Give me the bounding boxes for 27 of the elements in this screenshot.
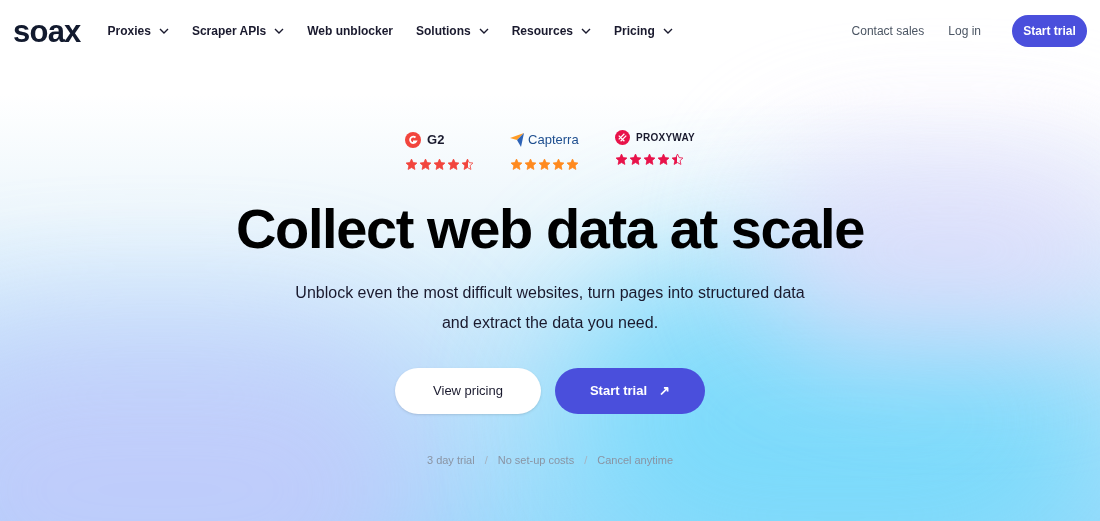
proxyway-logo-icon (615, 130, 631, 145)
arrow-icon: ↗ (659, 380, 671, 401)
subtitle-line: and extract the data you need. (441, 312, 659, 333)
headline: Collect web data at scale (236, 200, 864, 257)
nav-link[interactable]: Proxies (107, 22, 169, 40)
start-trial-button[interactable]: Start trial ↗ (555, 367, 705, 414)
logo[interactable]: soax (13, 15, 81, 47)
rating-brand: PROXYWAY (636, 131, 695, 145)
nav-link[interactable]: Pricing (614, 22, 673, 40)
capterra-logo-icon (510, 132, 525, 147)
nav-link[interactable]: Solutions (416, 22, 489, 40)
contact-sales-link[interactable]: Contact sales (851, 22, 925, 40)
separator: / (484, 452, 488, 468)
login-link[interactable]: Log in (948, 22, 981, 40)
separator: / (584, 452, 588, 468)
view-pricing-button[interactable]: View pricing (395, 367, 541, 414)
g2-logo-icon (405, 131, 422, 148)
feature-note: Cancel anytime (597, 452, 674, 468)
feature-note: No set-up costs (497, 452, 575, 468)
rating-brand: G2 (427, 131, 445, 149)
feature-note: 3 day trial (426, 452, 475, 468)
nav-link[interactable]: Resources (511, 22, 592, 40)
subtitle-line: Unblock even the most difficult websites, turn pages into structured data (295, 282, 805, 303)
rating-brand: Capterra (528, 131, 579, 149)
nav-link[interactable]: Web unblocker (307, 22, 393, 40)
start-trial-button[interactable]: Start trial (1012, 15, 1087, 47)
nav-link[interactable]: Scraper APIs (191, 22, 285, 40)
